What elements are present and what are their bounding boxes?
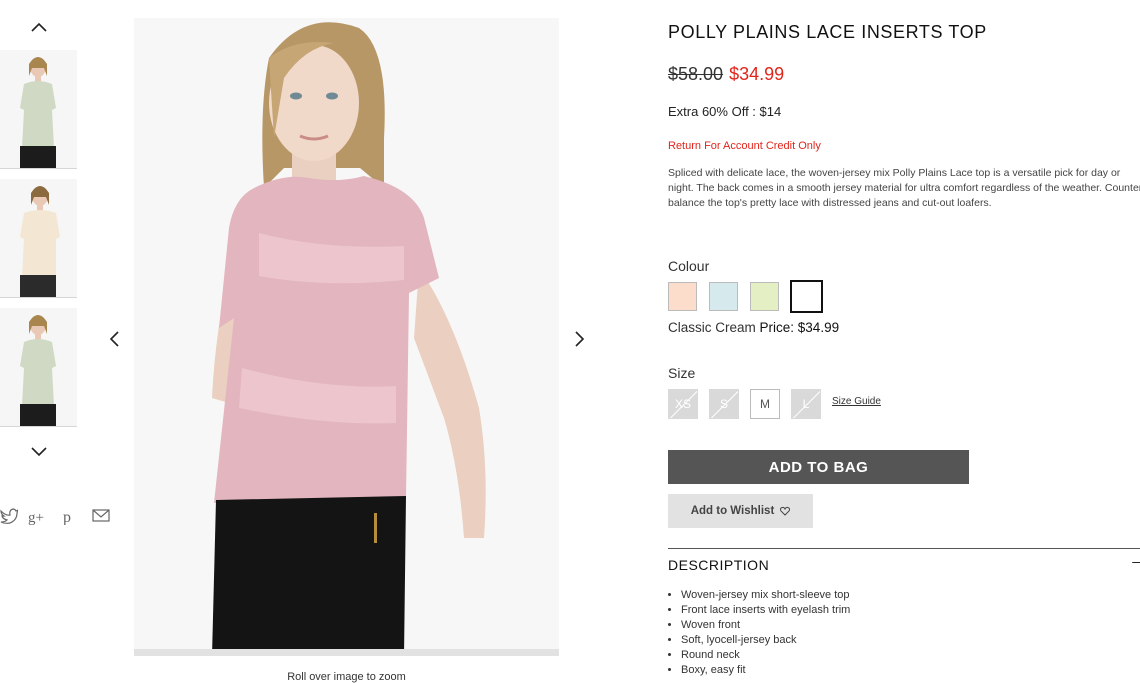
thumbnails-down-button[interactable]: [28, 443, 50, 461]
return-policy: Return For Account Credit Only: [668, 140, 821, 152]
pinterest-icon: p: [63, 509, 71, 526]
extra-discount: Extra 60% Off : $14: [668, 104, 782, 119]
list-item: Woven front: [681, 618, 850, 633]
size-option-s[interactable]: S: [709, 389, 739, 419]
chevron-up-icon: [31, 22, 47, 32]
twitter-share[interactable]: [0, 507, 20, 527]
thumbnail-3[interactable]: [0, 308, 77, 427]
size-label: Size: [668, 365, 696, 381]
add-to-bag-button[interactable]: ADD TO BAG: [668, 450, 969, 484]
chevron-right-icon: [575, 331, 585, 347]
description-accordion-header[interactable]: DESCRIPTION –: [668, 548, 1140, 577]
previous-image-button[interactable]: [105, 328, 125, 350]
model-thumbnail-image: [0, 308, 77, 426]
size-option-xs[interactable]: XS: [668, 389, 698, 419]
colour-swatch-peach[interactable]: [668, 282, 697, 311]
list-item: Soft, lyocell-jersey back: [681, 633, 850, 648]
model-photo: [134, 18, 559, 656]
colour-swatch-light-blue[interactable]: [709, 282, 738, 311]
product-description: Spliced with delicate lace, the woven-je…: [668, 167, 1140, 209]
main-product-image[interactable]: [134, 18, 559, 656]
collapse-icon: –: [1132, 553, 1140, 569]
thumbnails-up-button[interactable]: [28, 18, 50, 36]
thumbnail-1[interactable]: [0, 50, 77, 169]
thumbnail-2[interactable]: [0, 179, 77, 298]
size-option-l[interactable]: L: [791, 389, 821, 419]
list-item: Woven-jersey mix short-sleeve top: [681, 588, 850, 603]
google-plus-icon: g+: [28, 510, 44, 526]
price-row: $58.00 $34.99: [668, 64, 784, 85]
product-title: POLLY PLAINS LACE INSERTS TOP: [668, 22, 987, 42]
svg-text:p: p: [63, 509, 71, 525]
list-item: Front lace inserts with eyelash trim: [681, 603, 850, 618]
size-option-m[interactable]: M: [750, 389, 780, 419]
google-plus-share[interactable]: g+: [28, 507, 48, 527]
wishlist-label: Add to Wishlist: [690, 505, 775, 517]
sale-price: $34.99: [729, 64, 785, 84]
colour-swatch-cream-selected[interactable]: [790, 280, 823, 313]
chevron-down-icon: [31, 447, 47, 457]
model-thumbnail-image: [0, 50, 77, 168]
model-thumbnail-image: [0, 179, 77, 297]
chevron-left-icon: [109, 331, 119, 347]
zoom-hint: Roll over image to zoom: [287, 671, 406, 683]
list-item: Round neck: [681, 648, 850, 663]
heart-icon: [780, 506, 791, 516]
description-heading: DESCRIPTION: [668, 557, 770, 573]
selected-colour: Classic Cream Price: $34.99: [668, 320, 839, 335]
image-scrollbar[interactable]: [134, 649, 559, 656]
next-image-button[interactable]: [569, 328, 589, 350]
email-share[interactable]: [92, 507, 110, 527]
list-item: Boxy, easy fit: [681, 663, 850, 678]
colour-label: Colour: [668, 258, 710, 274]
twitter-icon: [0, 508, 20, 524]
pinterest-share[interactable]: p: [62, 507, 78, 527]
colour-swatch-light-green[interactable]: [750, 282, 779, 311]
add-to-wishlist-button[interactable]: Add to Wishlist: [668, 494, 813, 528]
size-guide-link[interactable]: Size Guide: [832, 396, 881, 407]
email-icon: [92, 509, 110, 522]
original-price: $58.00: [668, 64, 724, 84]
svg-text:g+: g+: [28, 510, 44, 525]
selected-colour-name: Classic Cream: [668, 320, 756, 335]
description-bullets: Woven-jersey mix short-sleeve top Front …: [668, 588, 850, 678]
selected-colour-price: Price: $34.99: [759, 320, 840, 335]
